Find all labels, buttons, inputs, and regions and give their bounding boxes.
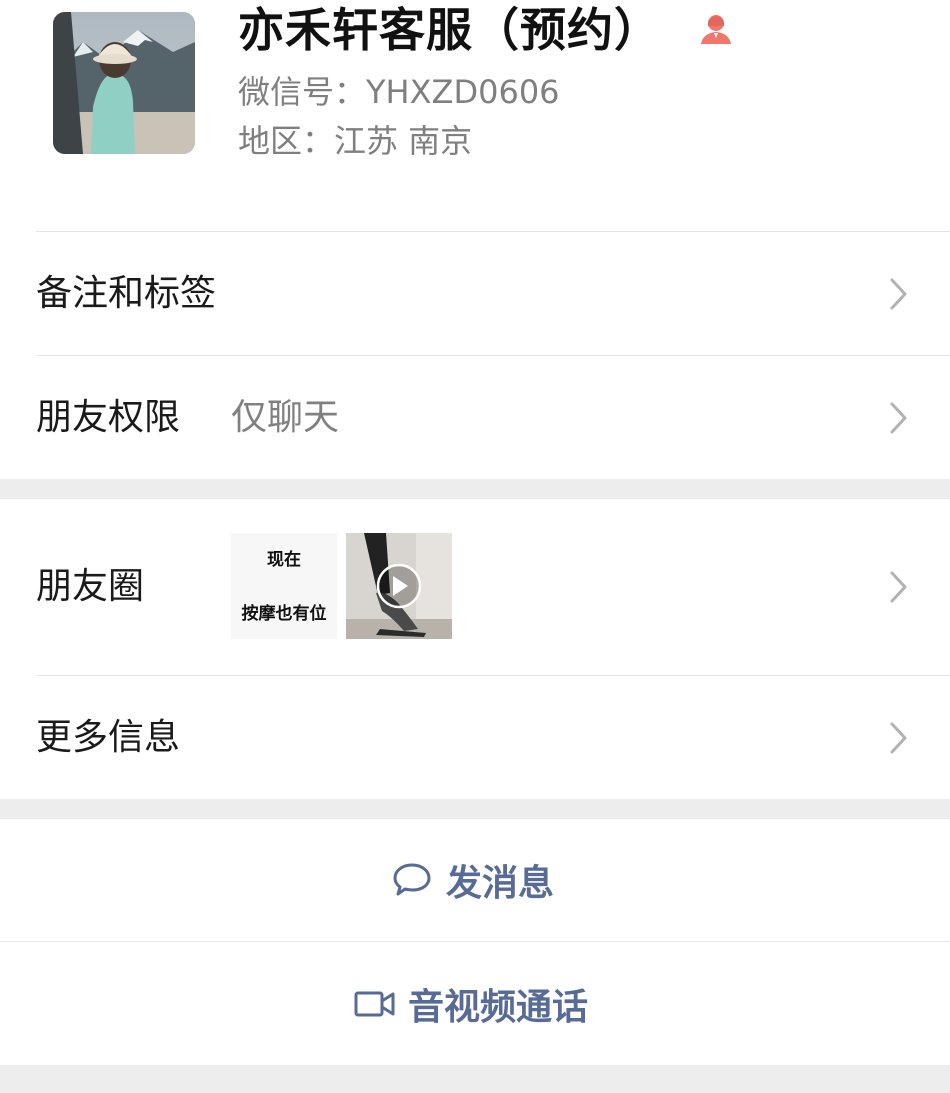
region: 地区：江苏 南京 — [238, 122, 473, 160]
moments-label: 朋友圈 — [36, 566, 145, 607]
settings-group: 备注和标签 朋友权限 仅聊天 — [0, 232, 950, 479]
av-call-label: 音视频通话 — [408, 987, 589, 1028]
remarks-tags-label: 备注和标签 — [36, 273, 217, 314]
moments-thumbnail-text: 现在 按摩也有位 — [231, 533, 337, 639]
remarks-tags-row[interactable]: 备注和标签 — [0, 232, 950, 355]
contact-profile-page: 亦禾轩客服（预约） 微信号：YHXZD0606 地区：江苏 南京 备注和标签 朋… — [0, 0, 950, 1093]
chat-bubble-icon — [393, 863, 431, 896]
friend-permissions-row[interactable]: 朋友权限 仅聊天 — [0, 356, 950, 479]
female-user-icon — [697, 10, 735, 48]
chevron-right-icon — [890, 722, 907, 754]
friend-permissions-label: 朋友权限 — [36, 397, 181, 438]
av-call-button[interactable]: 音视频通话 — [0, 943, 950, 1065]
divider — [0, 941, 950, 942]
more-info-row[interactable]: 更多信息 — [0, 676, 950, 799]
avatar[interactable] — [53, 12, 195, 154]
actions-group: 发消息 音视频通话 — [0, 819, 950, 1065]
wechat-id: 微信号：YHXZD0606 — [238, 73, 560, 111]
moments-thumbnail-line1: 现在 — [267, 550, 301, 570]
contact-name: 亦禾轩客服（预约） — [238, 3, 661, 57]
video-camera-icon — [354, 991, 395, 1017]
send-message-label: 发消息 — [446, 863, 555, 904]
chevron-right-icon — [890, 278, 907, 310]
info-group: 朋友圈 现在 按摩也有位 更多信息 — [0, 499, 950, 799]
moments-thumbnail-line2: 按摩也有位 — [241, 604, 327, 624]
send-message-button[interactable]: 发消息 — [0, 819, 950, 941]
moments-thumbnail-photo — [346, 533, 452, 639]
chevron-right-icon — [890, 402, 907, 434]
chevron-right-icon — [890, 571, 907, 603]
friend-permissions-value: 仅聊天 — [231, 397, 340, 438]
profile-card: 亦禾轩客服（预约） 微信号：YHXZD0606 地区：江苏 南京 — [0, 0, 950, 232]
more-info-label: 更多信息 — [36, 717, 181, 758]
moments-row[interactable]: 朋友圈 现在 按摩也有位 — [0, 499, 950, 675]
